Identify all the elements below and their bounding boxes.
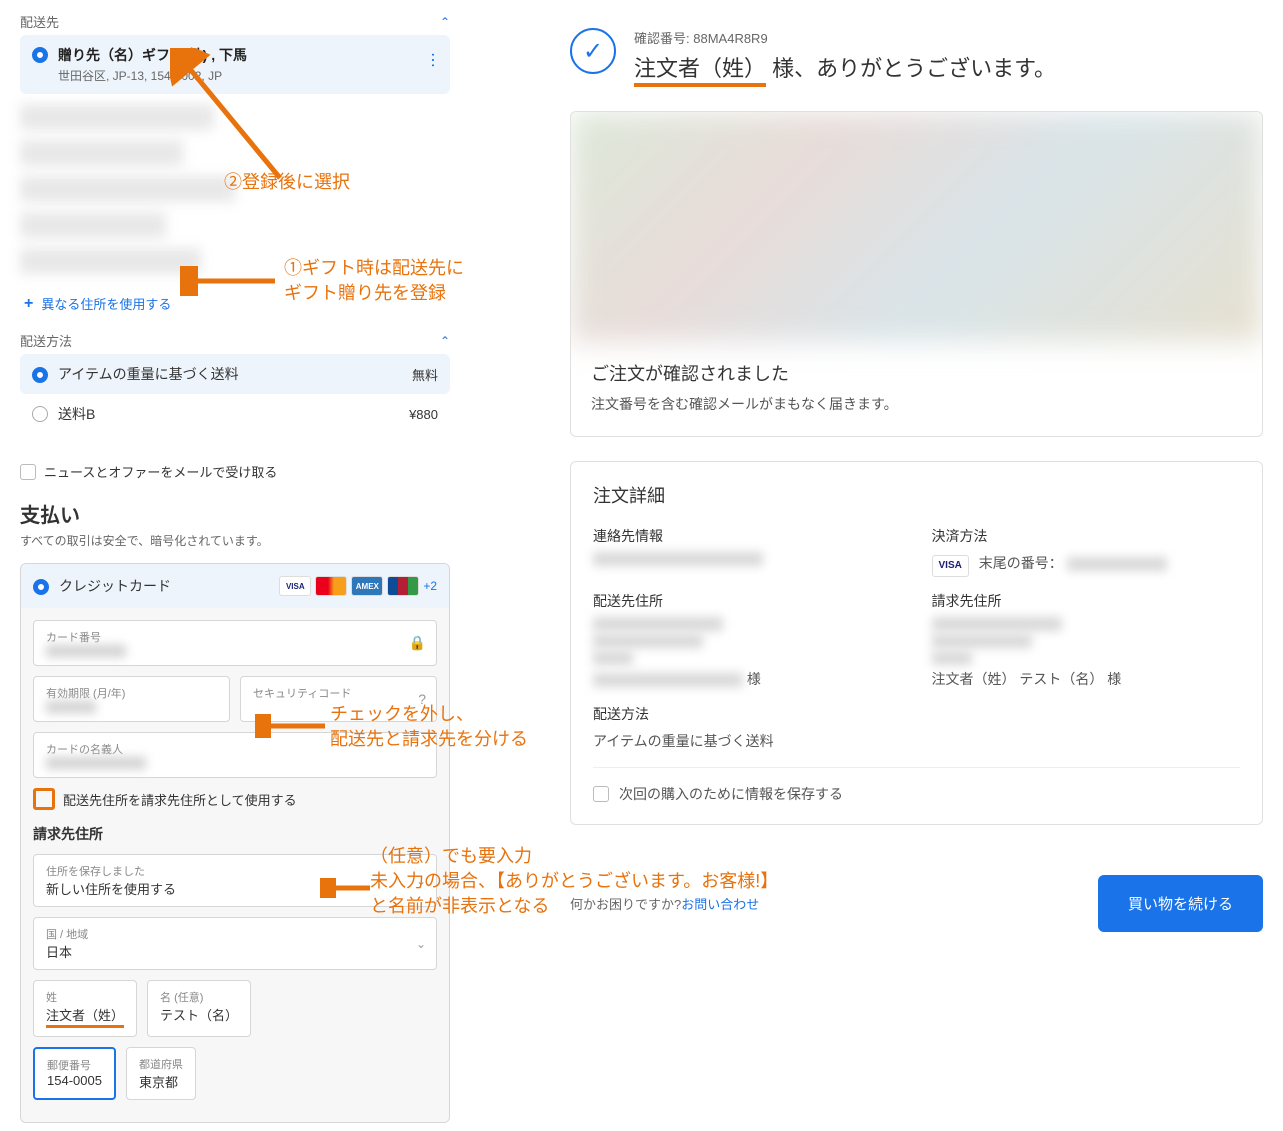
newsletter-label: ニュースとオファーをメールで受け取る xyxy=(44,462,277,481)
thank-you-message: 注文者（姓） 様、ありがとうございます。 xyxy=(634,51,1056,83)
check-circle-icon: ✓ xyxy=(570,28,616,74)
checkbox-icon[interactable] xyxy=(20,464,36,480)
add-address-label: 異なる住所を使用する xyxy=(41,294,171,313)
bill-addr-label: 請求先住所 xyxy=(932,591,1241,611)
surname-field[interactable]: 姓 注文者（姓） xyxy=(33,980,137,1037)
blurred-address xyxy=(20,140,183,166)
radio-selected-icon xyxy=(32,367,48,383)
arrow-icon xyxy=(180,266,280,296)
ship-a-label: アイテムの重量に基づく送料 xyxy=(58,364,239,384)
map-blurred xyxy=(571,112,1262,342)
pay-method-label: 決済方法 xyxy=(932,526,1241,546)
credit-card-option[interactable]: クレジットカード VISA AMEX +2 xyxy=(21,564,449,608)
payment-title: 支払い xyxy=(20,499,450,528)
shipping-option-a[interactable]: アイテムの重量に基づく送料 無料 xyxy=(20,354,450,394)
cc-label: クレジットカード xyxy=(59,576,171,596)
arrow-icon xyxy=(170,48,300,188)
prefecture-field[interactable]: 都道府県 東京都 xyxy=(126,1047,196,1100)
mastercard-icon xyxy=(315,576,347,596)
given-name-field[interactable]: 名 (任意) テスト（名） xyxy=(147,980,251,1037)
checkbox-icon[interactable] xyxy=(593,786,609,802)
ship-b-price: ¥880 xyxy=(409,407,438,422)
arrow-icon xyxy=(320,878,375,898)
kebab-menu-icon[interactable]: ⋯ xyxy=(423,52,443,66)
card-number-field[interactable]: カード番号 🔒 xyxy=(33,620,437,666)
radio-selected-icon[interactable] xyxy=(32,47,48,63)
country-select[interactable]: 国 / 地域 日本 ⌄ xyxy=(33,917,437,970)
annotation-1: ②登録後に選択 xyxy=(224,170,350,195)
chevron-up-icon[interactable]: ⌃ xyxy=(440,334,450,348)
billing-address-title: 請求先住所 xyxy=(33,824,437,844)
blurred-address xyxy=(20,248,201,274)
continue-shopping-button[interactable]: 買い物を続ける xyxy=(1098,875,1263,932)
visa-icon: VISA xyxy=(932,555,969,577)
radio-empty-icon xyxy=(32,406,48,422)
plus-icon: + xyxy=(24,295,33,313)
chevron-down-icon: ⌄ xyxy=(416,937,426,951)
shipping-dest-header: 配送先 ⌃ xyxy=(20,8,450,35)
confirmed-sub: 注文番号を含む確認メールがまもなく届きます。 xyxy=(591,394,1242,414)
annotation-2: ①ギフト時は配送先にギフト贈り先を登録 xyxy=(284,256,464,306)
save-info-checkbox-row[interactable]: 次回の購入のために情報を保存する xyxy=(593,784,1240,804)
shipping-method-header: 配送方法 ⌃ xyxy=(20,327,450,354)
ship-b-label: 送料B xyxy=(58,404,95,424)
payment-card: クレジットカード VISA AMEX +2 カード番号 🔒 xyxy=(20,563,450,1123)
card-logos: VISA AMEX +2 xyxy=(279,576,437,596)
confirmed-title: ご注文が確認されました xyxy=(591,360,1242,386)
arrow-icon xyxy=(255,714,330,738)
ship-method-val: アイテムの重量に基づく送料 xyxy=(593,730,1240,752)
pay-method-value: VISA 末尾の番号： xyxy=(932,552,1241,577)
order-details-title: 注文詳細 xyxy=(593,482,1240,508)
postal-code-field[interactable]: 郵便番号 154-0005 xyxy=(33,1047,116,1100)
more-cards[interactable]: +2 xyxy=(423,579,437,593)
ship-method-label-detail: 配送方法 xyxy=(593,704,1240,724)
lock-icon: 🔒 xyxy=(409,635,426,652)
payment-subtext: すべての取引は安全で、暗号化されています。 xyxy=(20,532,450,549)
ship-addr-label: 配送先住所 xyxy=(593,591,902,611)
shipping-dest-label: 配送先 xyxy=(20,12,59,31)
jcb-icon xyxy=(387,576,419,596)
blurred-address xyxy=(20,212,166,238)
confirmation-header: ✓ 確認番号: 88MA4R8R9 注文者（姓） 様、ありがとうございます。 xyxy=(570,28,1263,83)
use-shipping-as-billing-checkbox[interactable]: 配送先住所を請求先住所として使用する xyxy=(33,788,437,810)
contact-label: 連絡先情報 xyxy=(593,526,902,546)
chevron-up-icon[interactable]: ⌃ xyxy=(440,15,450,29)
newsletter-checkbox-row[interactable]: ニュースとオファーをメールで受け取る xyxy=(20,462,450,481)
shipping-option-b[interactable]: 送料B ¥880 xyxy=(20,394,450,434)
annotation-3: チェックを外し、配送先と請求先を分ける xyxy=(330,702,528,752)
radio-selected-icon xyxy=(33,579,49,595)
visa-icon: VISA xyxy=(279,576,311,596)
order-confirmed-card: ご注文が確認されました 注文番号を含む確認メールがまもなく届きます。 xyxy=(570,111,1263,437)
ship-a-price: 無料 xyxy=(412,365,438,384)
amex-icon: AMEX xyxy=(351,576,383,596)
annotation-4: （任意）でも要入力未入力の場合、【ありがとうございます。お客様!】と名前が非表示… xyxy=(370,844,778,920)
checkbox-highlighted-icon[interactable] xyxy=(33,788,55,810)
confirmation-number: 確認番号: 88MA4R8R9 xyxy=(634,28,1056,47)
shipping-method-label: 配送方法 xyxy=(20,331,72,350)
expiry-field[interactable]: 有効期限 (月/年) xyxy=(33,676,230,722)
billing-name: 注文者（姓） テスト（名） 様 xyxy=(932,668,1241,690)
order-details-card: 注文詳細 連絡先情報 決済方法 VISA 末尾の番号： 配送先住所 xyxy=(570,461,1263,825)
